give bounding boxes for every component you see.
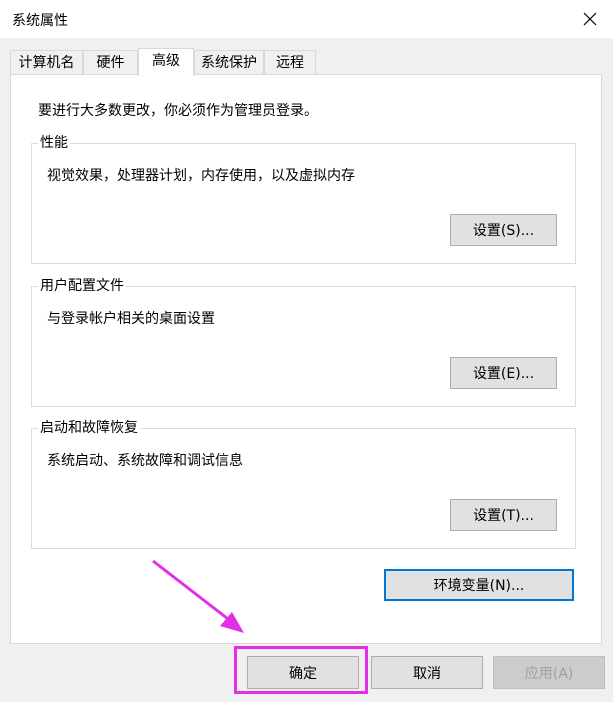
user-profiles-group: 用户配置文件 与登录帐户相关的桌面设置 设置(E)...	[31, 277, 576, 407]
startup-recovery-settings-button[interactable]: 设置(T)...	[450, 499, 557, 531]
tab-system-protection[interactable]: 系统保护	[194, 50, 264, 74]
user-profiles-description: 与登录帐户相关的桌面设置	[47, 311, 215, 327]
environment-variables-button[interactable]: 环境变量(N)...	[384, 569, 574, 601]
advanced-tab-panel: 要进行大多数更改，你必须作为管理员登录。 性能 视觉效果，处理器计划，内存使用，…	[10, 74, 602, 644]
title-bar: 系统属性	[0, 0, 613, 38]
user-profiles-group-label: 用户配置文件	[38, 277, 126, 295]
admin-note: 要进行大多数更改，你必须作为管理员登录。	[38, 103, 318, 119]
performance-description: 视觉效果，处理器计划，内存使用，以及虚拟内存	[47, 168, 355, 184]
tab-remote[interactable]: 远程	[264, 50, 316, 74]
tab-computer-name[interactable]: 计算机名	[10, 50, 83, 74]
tab-advanced[interactable]: 高级	[138, 48, 194, 76]
startup-recovery-description: 系统启动、系统故障和调试信息	[47, 453, 243, 469]
cancel-button[interactable]: 取消	[371, 656, 483, 689]
tab-hardware[interactable]: 硬件	[83, 50, 138, 74]
user-profiles-settings-button[interactable]: 设置(E)...	[450, 357, 557, 389]
performance-group-label: 性能	[38, 134, 70, 152]
apply-button[interactable]: 应用(A)	[493, 656, 605, 689]
startup-recovery-group: 启动和故障恢复 系统启动、系统故障和调试信息 设置(T)...	[31, 419, 576, 549]
close-button[interactable]	[567, 0, 613, 38]
performance-group: 性能 视觉效果，处理器计划，内存使用，以及虚拟内存 设置(S)...	[31, 134, 576, 264]
window-title: 系统属性	[12, 13, 68, 29]
performance-settings-button[interactable]: 设置(S)...	[450, 214, 557, 246]
startup-recovery-group-label: 启动和故障恢复	[38, 419, 140, 437]
ok-button[interactable]: 确定	[247, 656, 359, 689]
close-icon	[583, 12, 597, 26]
